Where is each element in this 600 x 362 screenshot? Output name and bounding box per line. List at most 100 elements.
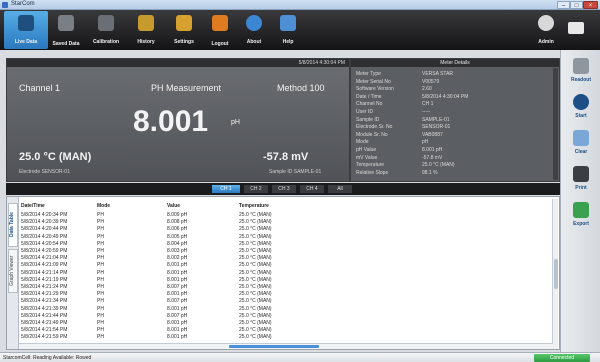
table-row[interactable]: 5/8/2014 4:21:14 PM PH 8.001 pH 25.0 °C (MA… [21, 270, 551, 276]
table-cell: PH [97, 219, 104, 226]
measurement-unit: pH [231, 119, 240, 126]
live-data-button[interactable]: Live Data [4, 11, 48, 49]
table-row[interactable]: 5/8/2014 4:20:44 PM PH 8.006 pH 25.0 °C (MA… [21, 226, 551, 232]
clear-button[interactable]: Clear [565, 128, 597, 160]
tab-ch4[interactable]: CH 4 [300, 185, 324, 193]
table-row[interactable]: 5/8/2014 4:20:39 PM PH 8.008 pH 25.0 °C (MA… [21, 219, 551, 225]
table-cell: 25.0 °C (MAN) [239, 284, 272, 290]
table-row[interactable]: 5/8/2014 4:21:39 PM PH 8.001 pH 25.0 °C (MA… [21, 306, 551, 312]
table-cell: PH [97, 327, 104, 334]
tab-ch2[interactable]: CH 2 [244, 185, 268, 193]
saved-data-label: Saved Data [52, 41, 80, 47]
detail-key: Temperature [356, 162, 385, 169]
table-cell: 25.0 °C (MAN) [239, 320, 272, 326]
table-cell: PH [97, 233, 104, 240]
details-title: Meter Details [440, 60, 470, 66]
table-vertical-scrollbar[interactable] [552, 199, 558, 349]
table-cell: 5/8/2014 4:20:59 PM [21, 248, 68, 254]
table-cell: 25.0 °C (MAN) [239, 240, 272, 247]
table-cell: 25.0 °C (MAN) [239, 226, 272, 233]
detail-value: VAB0887 [422, 131, 443, 138]
table-row[interactable]: 5/8/2014 4:20:54 PM PH 8.004 pH 25.0 °C (MA… [21, 241, 551, 247]
scroll-thumb[interactable] [554, 259, 558, 289]
column-header-mode[interactable]: Mode [97, 203, 110, 209]
keyboard-icon[interactable] [568, 22, 584, 34]
admin-button[interactable]: Admin [524, 11, 568, 49]
table-row[interactable]: 5/8/2014 4:21:44 PM PH 8.007 pH 25.0 °C (MA… [21, 313, 551, 319]
measurement-timestamp: 5/8/2014 4:30:04 PM [298, 60, 345, 66]
admin-label: Admin [538, 39, 554, 45]
table-row[interactable]: 5/8/2014 4:21:49 PM PH 8.001 pH 25.0 °C (MA… [21, 320, 551, 326]
table-row[interactable]: 5/8/2014 4:21:59 PM PH 8.001 pH 25.0 °C (MA… [21, 334, 551, 340]
start-button[interactable]: Start [565, 92, 597, 124]
measurement-value: 8.001 [133, 105, 209, 138]
print-button[interactable]: Print [565, 164, 597, 196]
export-button[interactable]: Export [565, 200, 597, 232]
table-row[interactable]: 5/8/2014 4:21:24 PM PH 8.007 pH 25.0 °C (MA… [21, 284, 551, 290]
calibration-button[interactable]: Calibration [84, 11, 128, 49]
table-cell: 5/8/2014 4:21:19 PM [21, 276, 68, 283]
table-cell: 8.001 pH [167, 276, 188, 283]
export-icon [573, 202, 589, 218]
table-cell: 8.001 pH [167, 305, 188, 312]
temperature-readout: 25.0 °C (MAN) [19, 151, 92, 163]
help-button[interactable]: Help [266, 11, 310, 49]
detail-value: SAMPLE-01 [422, 116, 450, 123]
data-table-area: Data Table Graph Viewer Date/Time Mode V… [6, 196, 560, 350]
table-row[interactable]: 5/8/2014 4:20:49 PM PH 8.005 pH 25.0 °C (MA… [21, 234, 551, 240]
detail-key: Date / Time [356, 93, 382, 100]
close-button[interactable]: × [583, 1, 598, 9]
saved-data-button[interactable]: Saved Data [44, 11, 88, 49]
table-cell: 25.0 °C (MAN) [239, 262, 272, 269]
maximize-button[interactable]: □ [570, 1, 583, 9]
table-row[interactable]: 5/8/2014 4:21:09 PM PH 8.001 pH 25.0 °C (MA… [21, 262, 551, 268]
print-label: Print [575, 185, 587, 191]
readout-icon [573, 58, 589, 74]
table-cell: 8.002 pH [167, 255, 188, 262]
tab-ch1[interactable]: CH 1 [212, 185, 240, 193]
table-row[interactable]: 5/8/2014 4:21:54 PM PH 8.001 pH 25.0 °C (MA… [21, 327, 551, 333]
table-cell: PH [97, 262, 104, 269]
table-cell: 25.0 °C (MAN) [239, 305, 272, 312]
detail-value: CH 1 [422, 101, 434, 108]
tab-ch3[interactable]: CH 3 [272, 185, 296, 193]
details-scrollbar[interactable] [553, 68, 558, 180]
minimize-button[interactable]: – [557, 1, 570, 9]
readout-button[interactable]: Readout [565, 56, 597, 88]
table-horizontal-scrollbar[interactable] [19, 343, 553, 349]
app-icon [2, 2, 8, 8]
saved-data-icon [58, 15, 74, 31]
column-header-value[interactable]: Value [167, 203, 180, 209]
detail-value: SENSOR-01 [422, 124, 451, 131]
table-cell: 25.0 °C (MAN) [239, 327, 272, 334]
table-cell: 8.001 pH [167, 327, 188, 334]
tab-data-table[interactable]: Data Table [8, 203, 18, 247]
table-cell: 8.007 pH [167, 312, 188, 319]
electrode-label: Electrode SENSOR-01 [19, 169, 70, 175]
table-cell: 8.006 pH [167, 226, 188, 233]
table-cell: 5/8/2014 4:21:24 PM [21, 284, 68, 290]
detail-value: 25.0 °C (MAN) [422, 162, 455, 169]
table-row[interactable]: 5/8/2014 4:21:04 PM PH 8.002 pH 25.0 °C (MA… [21, 255, 551, 261]
table-cell: PH [97, 276, 104, 283]
mode-title: PH Measurement [151, 83, 222, 93]
tab-all[interactable]: All [328, 185, 352, 193]
table-row[interactable]: 5/8/2014 4:21:29 PM PH 8.001 pH 25.0 °C (MA… [21, 291, 551, 297]
table-cell: PH [97, 320, 104, 326]
table-row[interactable]: 5/8/2014 4:20:34 PM PH 8.009 pH 25.0 °C (MA… [21, 212, 551, 218]
detail-row: Date / Time 5/8/2014 4:30:04 PM [356, 94, 556, 101]
scroll-thumb-horizontal[interactable] [229, 345, 319, 348]
table-row[interactable]: 5/8/2014 4:21:19 PM PH 8.001 pH 25.0 °C (MA… [21, 277, 551, 283]
column-header-datetime[interactable]: Date/Time [21, 203, 45, 209]
table-cell: PH [97, 312, 104, 319]
table-cell: 5/8/2014 4:20:44 PM [21, 226, 68, 233]
calibration-icon [98, 15, 114, 31]
channel-label: Channel 1 [19, 83, 61, 93]
table-row[interactable]: 5/8/2014 4:21:34 PM PH 8.007 pH 25.0 °C (MA… [21, 298, 551, 304]
detail-row: User ID ----- [356, 109, 556, 116]
table-cell: PH [97, 269, 104, 276]
table-row[interactable]: 5/8/2014 4:20:59 PM PH 8.003 pH 25.0 °C (MA… [21, 248, 551, 254]
column-header-temperature[interactable]: Temperature [239, 203, 269, 209]
status-bar: StarcomCell: Reading Available: Rowed Co… [0, 352, 600, 362]
tab-graph-viewer[interactable]: Graph Viewer [8, 249, 18, 293]
